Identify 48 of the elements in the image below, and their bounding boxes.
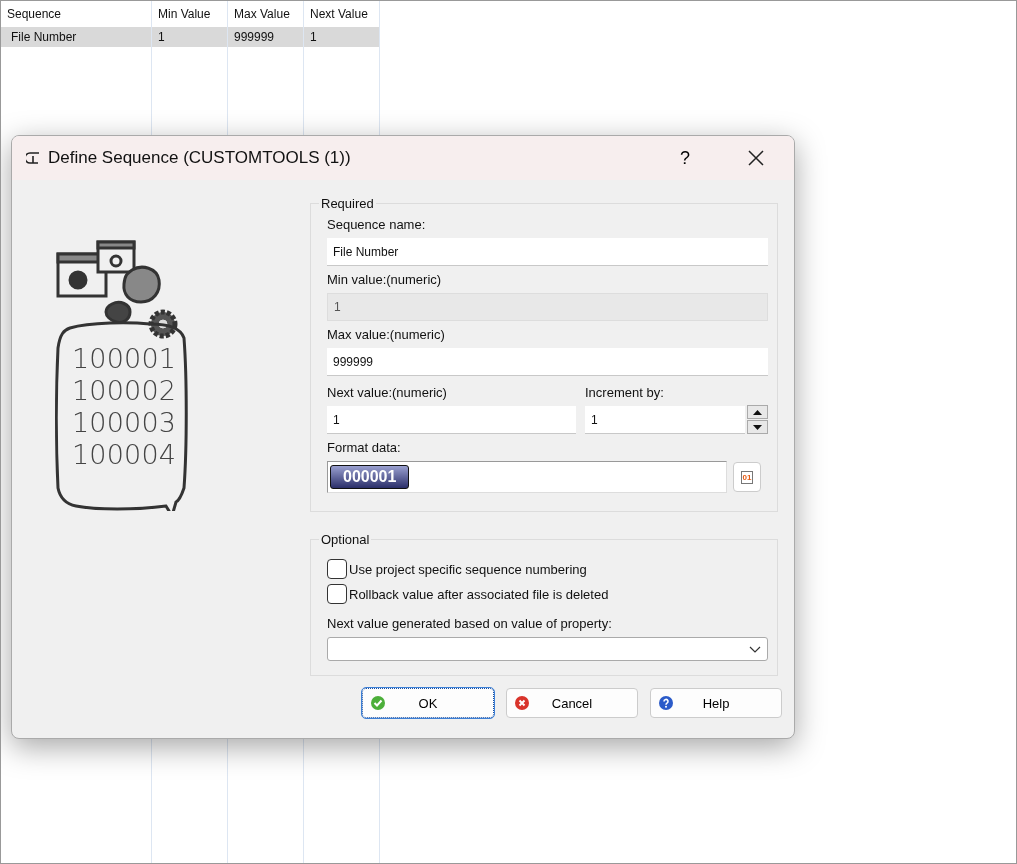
sequence-number-text: 100001 xyxy=(72,343,176,374)
input-field[interactable]: 999999 xyxy=(327,348,768,376)
up-arrow-icon xyxy=(753,409,763,415)
column-header[interactable]: Next Value xyxy=(304,1,379,27)
sequence-number-text: 100004 xyxy=(72,439,176,470)
sequence-number-text: 100003 xyxy=(72,407,176,438)
table-cell: 999999 xyxy=(228,27,303,47)
field-label: Increment by: xyxy=(585,385,665,400)
chevron-down-icon xyxy=(749,645,761,653)
cancel-icon xyxy=(515,696,529,710)
check-icon xyxy=(371,696,385,710)
checkbox-label: Use project specific sequence numbering xyxy=(349,561,587,577)
input-field[interactable]: 1 xyxy=(327,406,576,434)
checkbox-label: Rollback value after associated file is deleted xyxy=(349,586,609,602)
app-logo-icon xyxy=(26,152,40,164)
counter-icon: 01 xyxy=(740,470,754,484)
close-icon xyxy=(748,150,764,166)
window-title: Define Sequence (CUSTOMTOOLS (1)) xyxy=(48,148,351,168)
field-label: Max value:(numeric) xyxy=(327,327,446,342)
field-label: Next value:(numeric) xyxy=(327,385,448,400)
input-field[interactable]: File Number xyxy=(327,238,768,266)
dialog-button[interactable]: Cancel xyxy=(506,688,638,718)
insert-format-button[interactable]: 01 xyxy=(733,462,761,492)
field-label: Min value:(numeric) xyxy=(327,272,443,287)
field-label: Format data: xyxy=(327,440,402,455)
column-header[interactable]: Min Value xyxy=(152,1,227,27)
sequence-number-text: 100002 xyxy=(72,375,176,406)
input-field[interactable]: 1 xyxy=(585,406,746,434)
group-legend: Optional xyxy=(319,532,372,547)
spin-up-button[interactable] xyxy=(747,405,768,419)
table-cell: 1 xyxy=(152,27,227,47)
help-button[interactable]: ? xyxy=(650,136,720,180)
group-legend: Required xyxy=(319,196,376,211)
dialog-button[interactable]: Help xyxy=(650,688,782,718)
format-field[interactable]: 000001 xyxy=(327,461,727,493)
column-header[interactable]: Sequence xyxy=(1,1,151,27)
column-header[interactable]: Max Value xyxy=(228,1,303,27)
field-label: Next value generated based on value of property: xyxy=(327,616,613,631)
table-cell: File Number xyxy=(1,27,151,47)
field-label: Sequence name: xyxy=(327,217,427,232)
dialog-button[interactable]: OK xyxy=(362,688,494,718)
help-icon xyxy=(659,696,673,710)
spin-down-button[interactable] xyxy=(747,420,768,434)
checkbox[interactable] xyxy=(327,584,347,604)
table-cell: 1 xyxy=(304,27,379,47)
checkbox[interactable] xyxy=(327,559,347,579)
format-token[interactable]: 000001 xyxy=(330,465,410,489)
down-arrow-icon xyxy=(753,424,763,430)
